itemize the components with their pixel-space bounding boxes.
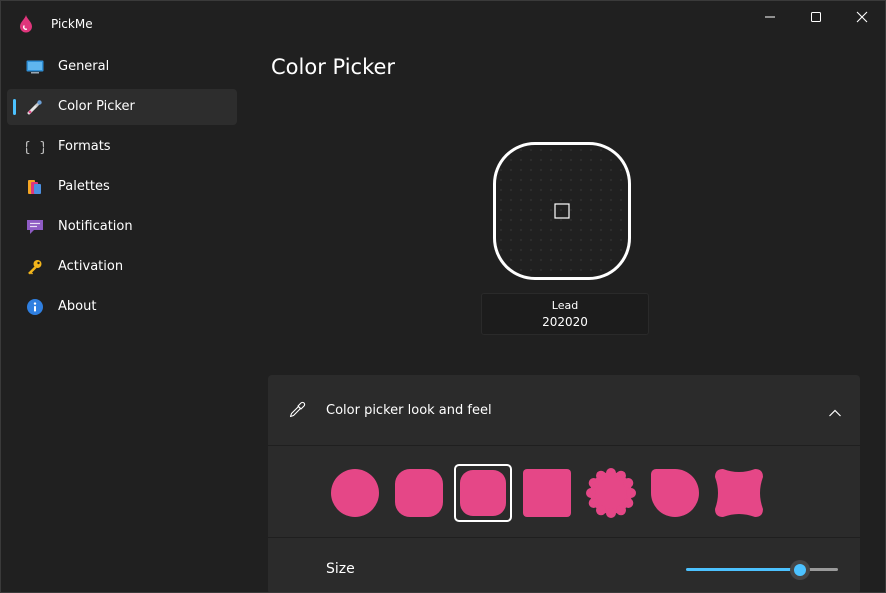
size-slider-track-filled[interactable] <box>686 568 800 571</box>
shape-option-square[interactable] <box>518 464 576 522</box>
shape-option-scalloped[interactable] <box>582 464 640 522</box>
chevron-up-icon[interactable] <box>828 403 842 422</box>
sidebar-item-label: Palettes <box>58 179 110 194</box>
pinched-square-shape-icon <box>715 469 763 517</box>
scalloped-shape-icon <box>586 468 636 518</box>
braces-icon: { } <box>26 139 44 155</box>
sidebar-item-general[interactable]: General <box>7 49 237 85</box>
shape-option-squircle[interactable] <box>390 464 448 522</box>
eyedropper-outline-icon <box>288 401 306 423</box>
circle-shape-icon <box>331 469 379 517</box>
sidebar-item-label: About <box>58 299 97 314</box>
sidebar-item-notification[interactable]: Notification <box>7 209 237 245</box>
svg-text:{ }: { } <box>26 140 44 155</box>
sidebar-item-color-picker[interactable]: Color Picker <box>7 89 237 125</box>
square-shape-icon <box>523 469 571 517</box>
sidebar-item-label: Notification <box>58 219 133 234</box>
sidebar-item-label: Color Picker <box>58 99 135 114</box>
key-icon <box>26 259 44 275</box>
monitor-icon <box>26 59 44 75</box>
page-title: Color Picker <box>271 55 396 79</box>
sidebar-item-label: Activation <box>58 259 124 274</box>
size-label: Size <box>326 561 355 577</box>
expander-header[interactable]: Color picker look and feel <box>268 375 860 446</box>
shape-option-rounded-teardrop[interactable] <box>646 464 704 522</box>
shape-option-circle[interactable] <box>326 464 384 522</box>
selection-indicator <box>13 99 16 115</box>
sidebar-item-formats[interactable]: { } Formats <box>7 129 237 165</box>
info-icon <box>26 299 44 315</box>
app-title: PickMe <box>51 17 93 31</box>
color-info-card: Lead 202020 <box>481 293 649 335</box>
app-window: PickMe General Color Picker { } <box>0 0 886 593</box>
color-hex-value: 202020 <box>542 315 588 329</box>
rounded-teardrop-shape-icon <box>651 469 699 517</box>
sidebar-item-label: General <box>58 59 110 74</box>
look-and-feel-expander: Color picker look and feel Size <box>268 375 860 592</box>
slider-thumb-dot <box>794 564 806 576</box>
main-content: Color Picker Lead 202020 Color picker lo… <box>267 1 885 592</box>
expander-title: Color picker look and feel <box>326 403 492 418</box>
palette-icon <box>26 179 44 195</box>
sidebar-item-label: Formats <box>58 139 111 154</box>
sidebar-item-palettes[interactable]: Palettes <box>7 169 237 205</box>
color-picker-preview <box>493 142 631 280</box>
eyedropper-icon <box>26 99 44 115</box>
sidebar-item-activation[interactable]: Activation <box>7 249 237 285</box>
shape-options <box>268 446 860 538</box>
color-name: Lead <box>551 299 579 312</box>
sidebar-nav: General Color Picker { } Formats Palette… <box>7 49 237 329</box>
shape-option-pinched-square[interactable] <box>710 464 768 522</box>
app-logo-icon <box>19 15 33 37</box>
shape-option-rounded-square[interactable] <box>454 464 512 522</box>
size-slider-thumb[interactable] <box>790 560 810 580</box>
size-setting: Size <box>268 538 860 592</box>
rounded-square-shape-icon <box>460 470 506 516</box>
message-icon <box>26 219 44 235</box>
squircle-shape-icon <box>395 469 443 517</box>
sidebar-item-about[interactable]: About <box>7 289 237 325</box>
pixel-grid <box>496 145 628 277</box>
